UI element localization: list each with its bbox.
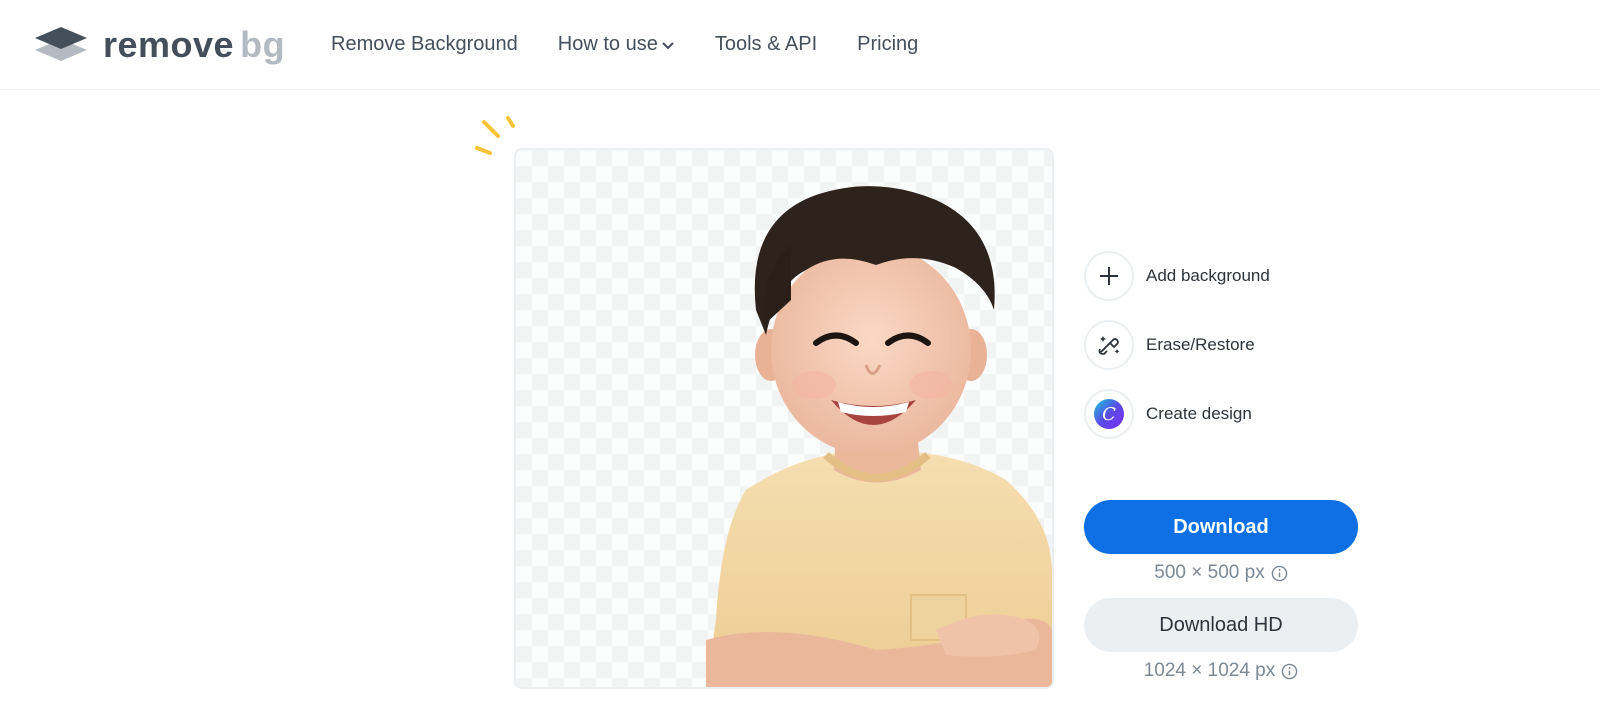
top-navigation-bar: remove bg Remove Background How to use To… bbox=[0, 0, 1600, 90]
download-size-note: 500 × 500 px bbox=[1084, 562, 1358, 584]
svg-text:C: C bbox=[1102, 404, 1116, 425]
download-hd-size-text: 1024 × 1024 px bbox=[1143, 660, 1276, 681]
info-icon[interactable] bbox=[1281, 663, 1298, 680]
chevron-down-icon bbox=[662, 42, 674, 50]
removebg-logo[interactable]: remove bg bbox=[33, 24, 285, 66]
erase-restore-button[interactable]: Erase/Restore bbox=[1084, 320, 1255, 370]
add-background-button[interactable]: Add background bbox=[1084, 251, 1270, 301]
nav-tools-api[interactable]: Tools & API bbox=[715, 33, 817, 56]
info-icon[interactable] bbox=[1271, 565, 1288, 582]
nav-remove-background[interactable]: Remove Background bbox=[331, 33, 518, 56]
download-button[interactable]: Download bbox=[1084, 500, 1358, 554]
nav-label: Tools & API bbox=[714, 33, 818, 55]
layers-icon bbox=[35, 27, 87, 61]
canva-icon: C bbox=[1084, 389, 1134, 439]
add-background-label: Add background bbox=[1146, 266, 1270, 285]
download-hd-size-note: 1024 × 1024 px bbox=[1084, 660, 1358, 682]
erase-restore-label: Erase/Restore bbox=[1146, 335, 1255, 354]
main-nav: Remove Background How to use Tools & API… bbox=[331, 33, 958, 56]
logo-word-bg: bg bbox=[240, 24, 286, 65]
create-design-label: Create design bbox=[1146, 404, 1252, 423]
nav-how-to-use[interactable]: How to use bbox=[558, 33, 675, 56]
create-design-button[interactable]: C Create design bbox=[1084, 389, 1252, 439]
logo-wordmark: remove bg bbox=[103, 27, 285, 63]
nav-label: Remove Background bbox=[331, 33, 518, 55]
plus-icon bbox=[1084, 251, 1134, 301]
logo-word-remove: remove bbox=[103, 24, 235, 65]
nav-label: How to use bbox=[557, 33, 658, 55]
download-size-text: 500 × 500 px bbox=[1154, 562, 1265, 583]
cutout-subject-image bbox=[706, 186, 1052, 687]
result-image-preview[interactable] bbox=[514, 148, 1054, 689]
magic-brush-icon bbox=[1084, 320, 1134, 370]
nav-label: Pricing bbox=[857, 33, 919, 55]
nav-pricing[interactable]: Pricing bbox=[857, 33, 918, 56]
download-hd-button[interactable]: Download HD bbox=[1084, 598, 1358, 652]
